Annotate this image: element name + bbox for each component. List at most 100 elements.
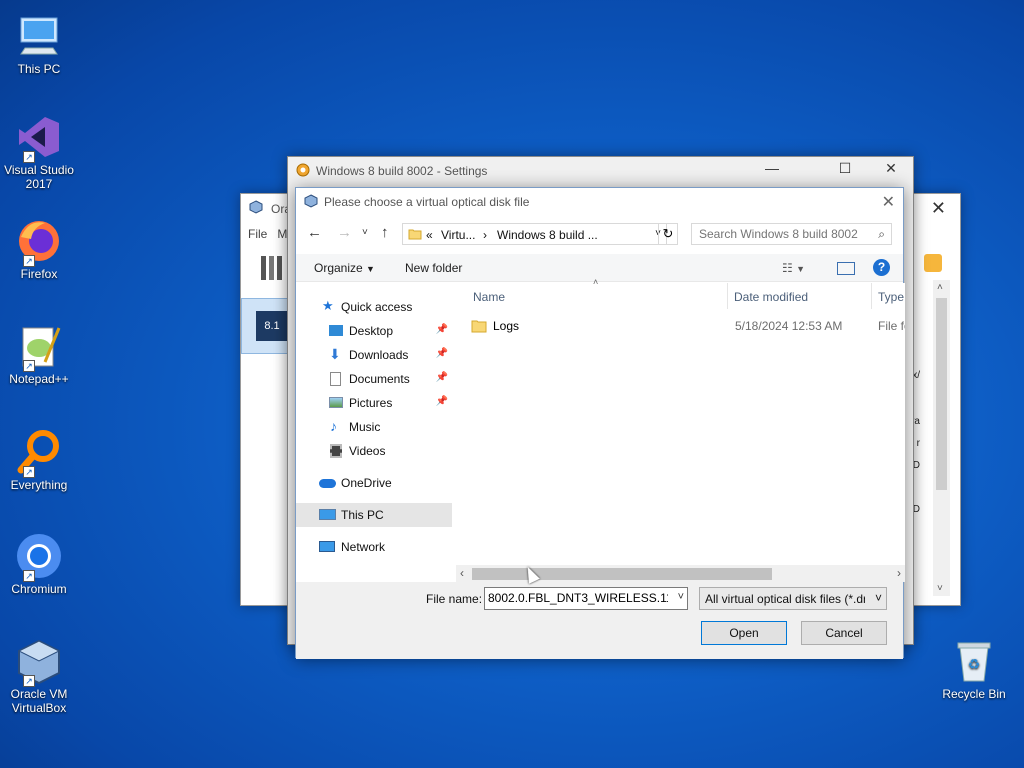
cancel-button[interactable]: Cancel <box>801 621 887 645</box>
download-arrow-icon: ⬇ <box>329 346 341 362</box>
nav-item-onedrive[interactable]: OneDrive <box>296 471 452 495</box>
search-input[interactable] <box>699 227 869 241</box>
nav-item-pictures[interactable]: Pictures 📌 <box>296 391 452 415</box>
document-icon <box>330 372 341 386</box>
chevron-down-icon[interactable]: ˅ <box>875 591 882 605</box>
desktop-icon-virtualbox[interactable]: ↗ Oracle VM VirtualBox <box>0 637 79 715</box>
recent-locations-chevron-icon[interactable]: ˅ <box>362 227 368 238</box>
preview-pane-icon[interactable] <box>837 262 855 275</box>
desktop-icon-label: Visual Studio 2017 <box>4 163 74 191</box>
navigation-bar: ← → ˅ ↑ « Virtu... › Windows 8 build ...… <box>296 221 903 247</box>
search-box[interactable]: ⌕ <box>691 223 892 245</box>
file-row[interactable]: Logs 5/18/2024 12:53 AM File fo <box>471 316 905 336</box>
everything-search-icon: ↗ <box>15 428 63 478</box>
chevron-down-icon[interactable]: ˅ <box>937 583 943 594</box>
nav-item-documents[interactable]: Documents 📌 <box>296 367 452 391</box>
desktop-icon-label: Oracle VM VirtualBox <box>10 687 68 715</box>
pin-icon[interactable]: 📌 <box>436 372 448 383</box>
address-overflow[interactable]: « <box>426 228 433 242</box>
search-icon: ⌕ <box>878 227 885 241</box>
network-icon <box>319 541 335 552</box>
virtualbox-icon: ↗ <box>15 637 63 687</box>
chevron-up-icon[interactable]: ˄ <box>937 282 943 293</box>
help-icon[interactable]: ? <box>873 259 890 276</box>
forward-arrow-icon[interactable]: → <box>337 224 352 241</box>
menu-file[interactable]: File M <box>248 227 287 241</box>
chevron-right-icon[interactable]: › <box>897 566 901 580</box>
organize-button[interactable]: Organize ▼ <box>314 261 375 275</box>
pin-icon[interactable]: 📌 <box>436 396 448 407</box>
desktop-icon-this-pc[interactable]: This PC <box>0 12 79 76</box>
refresh-button[interactable]: ↻ <box>658 223 678 245</box>
pin-icon[interactable]: 📌 <box>436 348 448 359</box>
nav-item-videos[interactable]: Videos <box>296 439 452 463</box>
column-header-name[interactable]: Name <box>473 290 505 304</box>
nav-item-music[interactable]: ♪ Music <box>296 415 452 439</box>
breadcrumb-separator[interactable]: › <box>483 228 487 242</box>
column-header-type[interactable]: Type <box>878 290 904 304</box>
star-icon: ★ <box>322 298 334 313</box>
chromium-icon: ↗ <box>15 532 63 582</box>
desktop-icon-recycle-bin[interactable]: ♻ Recycle Bin <box>934 637 1014 701</box>
desktop-icon-label: Notepad++ <box>9 372 69 386</box>
address-bar[interactable]: « Virtu... › Windows 8 build ... ˅ <box>402 223 667 245</box>
shortcut-arrow-icon: ↗ <box>23 360 35 372</box>
nav-item-desktop[interactable]: Desktop 📌 <box>296 319 452 343</box>
pin-icon[interactable]: 📌 <box>436 324 448 335</box>
settings-icon[interactable] <box>924 254 942 272</box>
desktop-icon-everything[interactable]: ↗ Everything <box>0 428 79 492</box>
breadcrumb-virtu[interactable]: Virtu... <box>441 228 475 242</box>
gear-icon <box>296 163 310 177</box>
chevron-down-icon[interactable]: ˅ <box>678 591 684 603</box>
file-type-select[interactable]: All virtual optical disk files (*.dr ˅ <box>699 587 887 610</box>
nav-item-downloads[interactable]: ⬇ Downloads 📌 <box>296 343 452 367</box>
file-name-input[interactable] <box>488 591 668 605</box>
desktop-icon-visual-studio[interactable]: ↗ Visual Studio 2017 <box>0 113 79 191</box>
choose-optical-disk-dialog[interactable]: Please choose a virtual optical disk fil… <box>295 187 905 659</box>
maximize-button[interactable]: ☐ <box>827 160 863 177</box>
file-type: File fo <box>878 319 905 333</box>
navigation-pane: ★ Quick access Desktop 📌 ⬇ Downloads 📌 D… <box>296 283 456 580</box>
vertical-scrollbar[interactable]: ˄ ˅ <box>933 280 950 596</box>
close-button[interactable]: ✕ <box>882 192 895 212</box>
command-toolbar: Organize ▼ New folder ☷ ▼ ? <box>296 254 903 282</box>
desktop-icon-notepadpp[interactable]: ↗ Notepad++ <box>0 322 79 386</box>
scrollbar-thumb[interactable] <box>472 568 772 580</box>
chevron-left-icon[interactable]: ‹ <box>460 566 464 580</box>
desktop-icon-label: Chromium <box>11 582 67 596</box>
folder-icon <box>408 229 422 240</box>
detail-text: r <box>916 438 920 449</box>
breadcrumb-windows8-build[interactable]: Windows 8 build ... <box>497 228 598 242</box>
desktop-icon-chromium[interactable]: ↗ Chromium <box>0 532 79 596</box>
visual-studio-icon: ↗ <box>15 113 63 163</box>
open-button[interactable]: Open <box>701 621 787 645</box>
dialog-footer: File name: ˅ All virtual optical disk fi… <box>296 582 903 659</box>
nav-item-this-pc[interactable]: This PC <box>296 503 452 527</box>
column-header-date-modified[interactable]: Date modified <box>734 290 808 304</box>
music-note-icon: ♪ <box>330 418 337 434</box>
column-separator <box>727 283 728 309</box>
file-list: ˄ Name Date modified Type Logs 5/18/2024… <box>461 277 905 580</box>
vm-os-badge: 8.1 <box>256 311 288 341</box>
up-arrow-icon[interactable]: ↑ <box>381 224 389 241</box>
shortcut-arrow-icon: ↗ <box>23 151 35 163</box>
nav-item-quick-access[interactable]: ★ Quick access <box>296 295 452 319</box>
scrollbar-thumb[interactable] <box>936 298 947 490</box>
file-name-label: File name: <box>426 592 483 606</box>
desktop-icon-firefox[interactable]: ↗ Firefox <box>0 217 79 281</box>
new-folder-button[interactable]: New folder <box>405 261 462 275</box>
view-options-icon[interactable]: ☷ ▼ <box>782 261 805 275</box>
close-button[interactable]: ✕ <box>931 198 946 219</box>
nav-item-network[interactable]: Network <box>296 535 452 559</box>
back-arrow-icon[interactable]: ← <box>307 224 322 241</box>
shortcut-arrow-icon: ↗ <box>23 570 35 582</box>
minimize-button[interactable]: — <box>754 160 790 176</box>
close-button[interactable]: ✕ <box>873 160 909 177</box>
shortcut-arrow-icon: ↗ <box>23 675 35 687</box>
notepadpp-icon: ↗ <box>15 322 63 372</box>
dialog-title: Please choose a virtual optical disk fil… <box>324 195 530 209</box>
computer-icon <box>319 509 336 520</box>
column-separator <box>871 283 872 309</box>
file-name-combobox[interactable]: ˅ <box>484 587 688 610</box>
file-type-value: All virtual optical disk files (*.dr <box>705 592 865 606</box>
